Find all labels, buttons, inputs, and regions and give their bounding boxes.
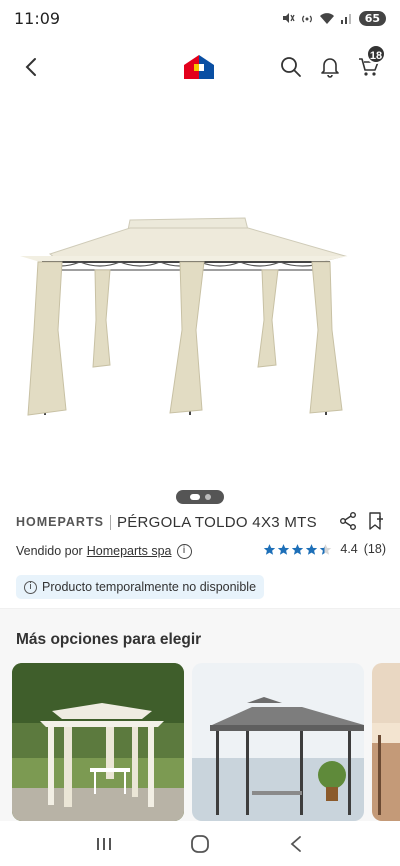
bell-icon (321, 58, 339, 78)
signal-icon (340, 14, 351, 24)
gazebo-evening-photo (372, 663, 400, 821)
back-button[interactable] (14, 50, 48, 84)
product-name: PÉRGOLA TOLDO 4X3 MTS (116, 513, 317, 531)
rating-value: 4.4 (340, 542, 358, 556)
battery-indicator: 65 (358, 10, 386, 26)
image-pager[interactable] (176, 490, 224, 504)
search-button[interactable] (274, 50, 308, 84)
cart-count-badge: 18 (366, 44, 386, 64)
share-button[interactable] (338, 511, 358, 536)
product-image[interactable] (0, 170, 400, 440)
search-icon (281, 57, 301, 77)
star-icon (278, 543, 290, 555)
cart-button[interactable]: 18 (352, 44, 386, 84)
availability-text: Producto temporalmente no disponible (42, 580, 257, 594)
pager-dot-active (189, 494, 200, 500)
option-card[interactable] (192, 663, 364, 821)
home-button[interactable] (180, 829, 220, 859)
mute-icon (282, 13, 295, 23)
system-nav-bar (0, 821, 400, 866)
back-arrow-icon (25, 58, 36, 76)
info-icon: i (24, 580, 37, 594)
rating-count: (18) (363, 542, 386, 556)
product-rating[interactable]: 4.4 (18) (263, 542, 386, 556)
share-icon (340, 512, 356, 530)
pager-dot (204, 494, 211, 500)
bookmark-add-icon (369, 512, 383, 530)
recent-apps-icon (97, 837, 111, 850)
seller-row: Vendido por Homeparts spa i 4.4 (18) (16, 540, 386, 562)
availability-notice: i Producto temporalmente no disponible (16, 575, 265, 599)
notifications-button[interactable] (313, 50, 347, 84)
option-card[interactable] (12, 663, 184, 821)
seller-prefix: Vendido por (16, 544, 83, 558)
hotspot-icon (301, 15, 312, 23)
star-icon (320, 543, 332, 555)
seller-info-icon[interactable]: i (176, 543, 192, 559)
store-logo[interactable] (182, 50, 216, 84)
product-brand[interactable]: HOMEPARTS (16, 515, 104, 529)
gazebo-illustration (20, 217, 348, 416)
rating-stars (263, 543, 332, 556)
status-icons: 65 (281, 10, 386, 26)
status-bar: 11:09 65 (0, 0, 400, 36)
star-icon (264, 543, 276, 555)
more-options-title: Más opciones para elegir (16, 631, 202, 648)
product-title-row: HOMEPARTS PÉRGOLA TOLDO 4X3 MTS (16, 511, 386, 533)
top-nav: 18 (0, 44, 400, 90)
star-icon (306, 543, 318, 555)
save-list-button[interactable] (366, 511, 386, 536)
status-time: 11:09 (14, 8, 61, 28)
option-card[interactable] (372, 663, 400, 821)
wifi-icon (319, 13, 334, 24)
home-circle-icon (191, 834, 209, 853)
system-back-button[interactable] (276, 829, 316, 859)
gazebo-terrace-photo (192, 663, 364, 821)
recent-apps-button[interactable] (84, 829, 124, 859)
title-separator (109, 514, 111, 530)
house-logo-icon (184, 55, 214, 79)
system-back-icon (290, 835, 301, 852)
star-icon (292, 543, 304, 555)
gazebo-garden-photo (12, 663, 184, 821)
seller-link[interactable]: Homeparts spa (87, 544, 172, 558)
